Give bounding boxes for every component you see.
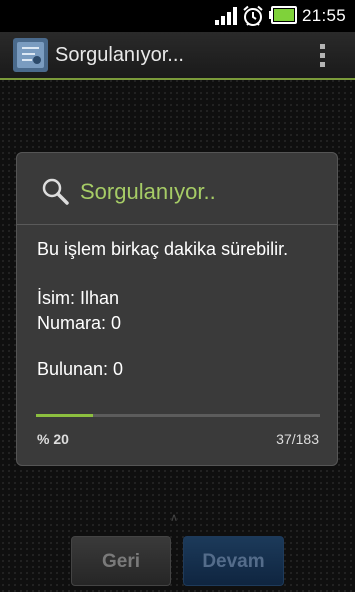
progress-percent: % 20 xyxy=(37,431,69,447)
action-bar: Sorgulanıyor... xyxy=(0,32,355,80)
back-button[interactable]: Geri xyxy=(71,536,171,586)
divider-mark: ∧ xyxy=(170,512,179,524)
battery-icon xyxy=(269,6,297,24)
progress-bar xyxy=(36,414,320,417)
progress-bar-fill xyxy=(36,414,93,417)
signal-bars-icon xyxy=(215,7,237,25)
progress-count: 37/183 xyxy=(276,431,319,447)
dialog-header: Sorgulanıyor.. xyxy=(17,153,337,225)
status-bar: 21:55 xyxy=(0,0,355,32)
dialog-title: Sorgulanıyor.. xyxy=(80,179,216,204)
number-line: Numara: 0 xyxy=(37,313,122,333)
action-bar-title: Sorgulanıyor... xyxy=(55,44,184,66)
found-line: Bulunan: 0 xyxy=(37,359,124,379)
next-button[interactable]: Devam xyxy=(183,536,284,586)
alarm-clock-icon xyxy=(243,5,263,26)
dialog-message: Bu işlem birkaç dakika sürebilir. xyxy=(37,239,289,259)
overflow-menu-icon[interactable] xyxy=(319,44,327,68)
search-icon xyxy=(42,178,69,205)
app-icon[interactable] xyxy=(13,38,48,72)
progress-dialog: Sorgulanıyor.. Bu işlem birkaç dakika sü… xyxy=(16,152,338,466)
name-line: İsim: Ilhan xyxy=(37,288,120,308)
status-clock: 21:55 xyxy=(302,6,347,25)
